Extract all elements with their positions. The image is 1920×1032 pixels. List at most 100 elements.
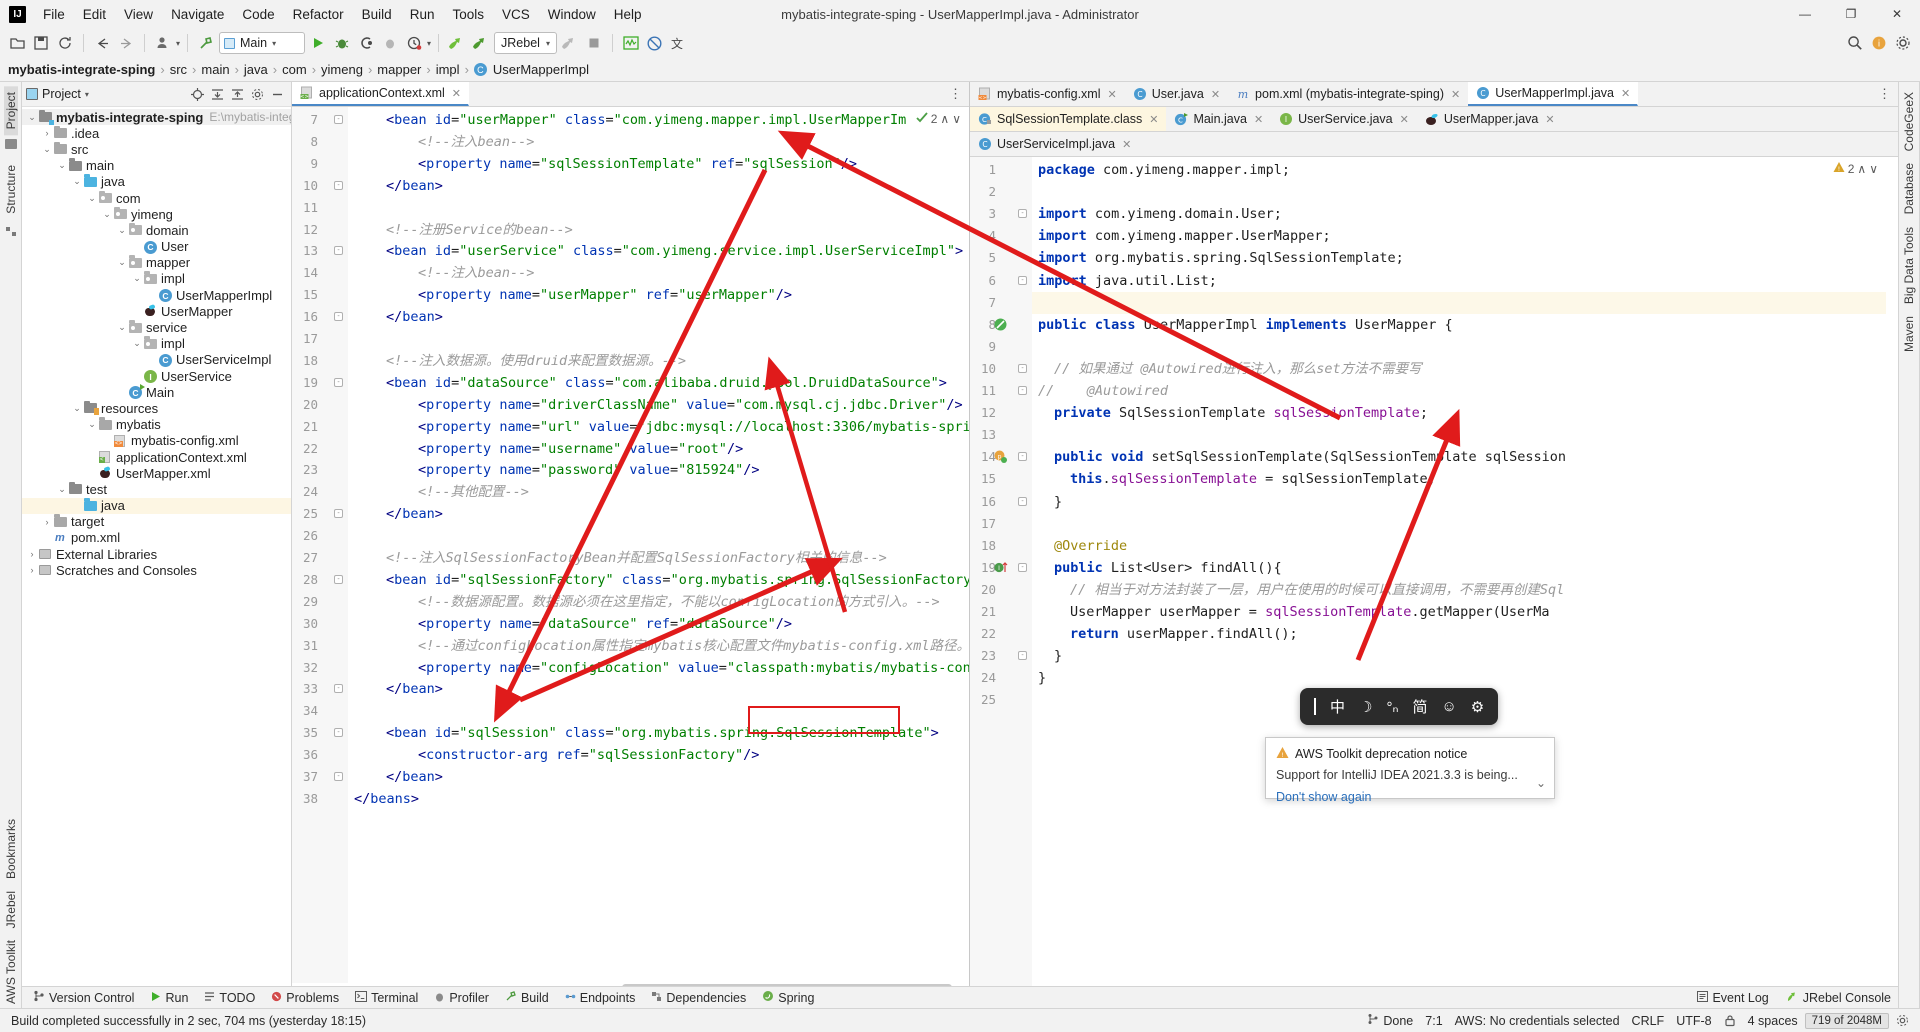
- breadcrumb-item-impl[interactable]: impl: [436, 62, 460, 77]
- tree-node-test[interactable]: ⌄ test: [22, 481, 291, 497]
- chevron-down-icon[interactable]: ⌄: [71, 176, 83, 187]
- menu-item-help[interactable]: Help: [605, 3, 651, 26]
- code-line[interactable]: return userMapper.findAll();: [1070, 623, 1298, 645]
- menu-item-run[interactable]: Run: [401, 3, 444, 26]
- xml-code-text[interactable]: <bean id="userMapper" class="com.yimeng.…: [348, 107, 969, 992]
- status-aws-credentials[interactable]: AWS: No credentials selected: [1450, 1014, 1625, 1028]
- close-icon[interactable]: ✕: [1149, 113, 1158, 126]
- updates-chevron-down-icon[interactable]: ▾: [427, 39, 431, 48]
- chevron-down-icon[interactable]: ⌄: [116, 322, 128, 333]
- chevron-down-icon[interactable]: ▾: [85, 90, 89, 99]
- tree-node-resources[interactable]: ⌄ resources: [22, 400, 291, 416]
- back-arrow-icon[interactable]: [91, 32, 113, 54]
- code-line[interactable]: @Override: [1054, 535, 1127, 557]
- tree-node-impl[interactable]: ⌄ impl: [22, 336, 291, 352]
- hammer-icon[interactable]: [195, 32, 217, 54]
- expand-all-icon[interactable]: [208, 85, 227, 104]
- code-line[interactable]: public class UserMapperImpl implements U…: [1038, 314, 1453, 336]
- breadcrumb-item-main[interactable]: main: [201, 62, 229, 77]
- code-line[interactable]: public void setSqlSessionTemplate(SqlSes…: [1054, 446, 1566, 468]
- tree-node-impl[interactable]: ⌄ impl: [22, 271, 291, 287]
- breadcrumb-item-java[interactable]: java: [244, 62, 268, 77]
- tab-usermapperimpl-java[interactable]: C UserMapperImpl.java ✕: [1468, 82, 1639, 106]
- tree-node-usermapperimpl[interactable]: C UserMapperImpl: [22, 287, 291, 303]
- fold-toggle-icon[interactable]: -: [334, 115, 343, 124]
- next-highlight-icon[interactable]: ∨: [952, 112, 961, 126]
- ime-item-emoji[interactable]: ☺: [1441, 698, 1456, 715]
- save-icon[interactable]: [30, 32, 52, 54]
- tree-node-pom-xml[interactable]: m pom.xml: [22, 530, 291, 546]
- code-line[interactable]: <property name="dataSource" ref="dataSou…: [418, 613, 792, 635]
- tree-node-usermapper[interactable]: UserMapper: [22, 303, 291, 319]
- fold-toggle-icon[interactable]: -: [1018, 386, 1027, 395]
- status-gear-icon[interactable]: [1891, 1014, 1914, 1027]
- translate-icon[interactable]: 文: [668, 32, 690, 54]
- tree-node-yimeng[interactable]: ⌄ yimeng: [22, 206, 291, 222]
- tree-node-userserviceimpl[interactable]: C UserServiceImpl: [22, 352, 291, 368]
- code-line[interactable]: this.sqlSessionTemplate = sqlSessionTemp…: [1070, 468, 1436, 490]
- fold-toggle-icon[interactable]: -: [334, 312, 343, 322]
- ime-item-punctuation[interactable]: °ₙ: [1386, 698, 1398, 716]
- gutter-impl-green-icon[interactable]: I: [994, 561, 1008, 574]
- code-line[interactable]: <property name="sqlSessionTemplate" ref=…: [418, 153, 857, 175]
- java-code-text[interactable]: package com.yimeng.mapper.impl; import co…: [1032, 157, 1898, 1014]
- tool-button-spring[interactable]: Spring: [755, 988, 821, 1007]
- code-line[interactable]: // 相当于对方法封装了一层，用户在使用的时候可以直接调用，不需要再创建Sql: [1070, 579, 1564, 601]
- close-icon[interactable]: ✕: [1122, 138, 1131, 151]
- profiler-icon[interactable]: [379, 32, 401, 54]
- code-line[interactable]: <!--其他配置-->: [418, 481, 529, 503]
- fold-toggle-icon[interactable]: -: [334, 772, 343, 781]
- tab-main-java[interactable]: C Main.java ✕: [1166, 107, 1272, 131]
- code-line[interactable]: <property name="password" value="815924"…: [418, 459, 759, 481]
- code-line[interactable]: <property name="configLocation" value="c…: [418, 657, 969, 679]
- chevron-down-icon[interactable]: ⌄: [26, 112, 38, 123]
- tool-button-problems[interactable]: Problems: [264, 989, 346, 1007]
- code-line[interactable]: </beans>: [354, 788, 419, 810]
- close-icon[interactable]: ✕: [1108, 88, 1117, 101]
- collapse-all-icon[interactable]: [228, 85, 247, 104]
- tab-usermapper-java[interactable]: UserMapper.java ✕: [1416, 107, 1563, 131]
- chevron-down-icon[interactable]: ⌄: [101, 209, 113, 220]
- tab-applicationcontext-xml[interactable]: <> applicationContext.xml ✕: [292, 82, 469, 106]
- notification-dont-show-link[interactable]: Don't show again: [1276, 790, 1372, 804]
- chevron-right-icon[interactable]: ›: [26, 549, 38, 559]
- breadcrumb-item-yimeng[interactable]: yimeng: [321, 62, 363, 77]
- chevron-down-icon[interactable]: ⌄: [131, 338, 143, 349]
- java-inspection-widget[interactable]: ! 2 ∧ ∨: [1833, 161, 1878, 176]
- search-everywhere-icon[interactable]: [1844, 32, 1866, 54]
- code-line[interactable]: }: [1054, 645, 1062, 667]
- close-icon[interactable]: ✕: [1545, 113, 1554, 126]
- fold-toggle-icon[interactable]: -: [334, 377, 343, 387]
- close-icon[interactable]: ✕: [1211, 88, 1220, 101]
- tree-node-com[interactable]: ⌄ com: [22, 190, 291, 206]
- tool-button-todo[interactable]: TODO: [197, 989, 262, 1007]
- rail-button-structure[interactable]: Structure: [4, 159, 18, 220]
- code-line[interactable]: public List<User> findAll(){: [1054, 557, 1282, 579]
- code-line[interactable]: <!--通过configLocation属性指定mybatis核心配置文件myb…: [418, 635, 969, 657]
- fold-toggle-icon[interactable]: -: [1018, 651, 1027, 661]
- jrebel-extra-icon[interactable]: [559, 32, 581, 54]
- code-line[interactable]: }: [1038, 667, 1046, 689]
- coverage-icon[interactable]: [355, 32, 377, 54]
- tool-button-run[interactable]: Run: [143, 989, 195, 1007]
- code-line[interactable]: // 如果通过 @Autowired进行注入，那么set方法不需要写: [1054, 358, 1422, 380]
- tree-node-userservice[interactable]: I UserService: [22, 368, 291, 384]
- status-indent[interactable]: 4 spaces: [1743, 1014, 1803, 1028]
- code-line[interactable]: <bean id="sqlSession" class="org.mybatis…: [386, 722, 939, 744]
- jrebel-selector[interactable]: JRebel ▾: [494, 32, 557, 54]
- rail-button-maven[interactable]: Maven: [1902, 310, 1916, 358]
- menu-item-tools[interactable]: Tools: [443, 3, 493, 26]
- close-icon[interactable]: ✕: [1621, 87, 1630, 100]
- tree-node-mybatis-integrate-sping[interactable]: ⌄ mybatis-integrate-sping E:\mybatis-integ…: [22, 109, 291, 126]
- ime-item-simplified[interactable]: 简: [1412, 696, 1427, 717]
- chevron-down-icon[interactable]: ⌄: [86, 419, 98, 430]
- notification-popup[interactable]: ! AWS Toolkit deprecation notice Support…: [1265, 737, 1555, 804]
- menu-item-build[interactable]: Build: [353, 3, 401, 26]
- code-line[interactable]: import com.yimeng.mapper.UserMapper;: [1038, 225, 1331, 247]
- tree-node-domain[interactable]: ⌄ domain: [22, 222, 291, 238]
- locate-icon[interactable]: [188, 85, 207, 104]
- minimize-button[interactable]: —: [1782, 0, 1828, 28]
- code-line[interactable]: <bean id="userMapper" class="com.yimeng.…: [386, 109, 906, 131]
- code-line[interactable]: </bean>: [386, 175, 443, 197]
- tool-button-version-control[interactable]: Version Control: [26, 988, 141, 1007]
